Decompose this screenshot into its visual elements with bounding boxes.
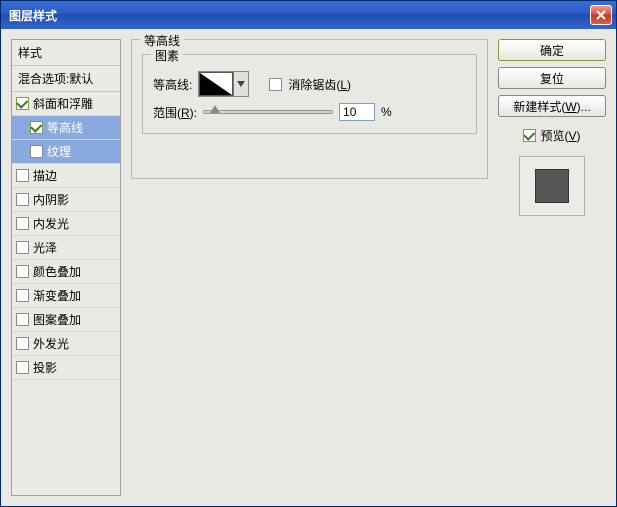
anti-alias-label: 消除锯齿(L)	[288, 76, 351, 93]
style-row-0[interactable]: 斜面和浮雕	[12, 92, 120, 116]
layer-style-dialog: 图层样式 样式 混合选项:默认 斜面和浮雕等高线纹理描边内阴影内发光光泽颜色叠加…	[0, 0, 617, 507]
slider-thumb-icon[interactable]	[210, 105, 220, 113]
style-label: 渐变叠加	[33, 287, 81, 304]
ok-button[interactable]: 确定	[498, 39, 606, 61]
contour-group: 等高线 图素 等高线: 消除锯齿(L)	[131, 39, 488, 179]
style-checkbox[interactable]	[16, 193, 29, 206]
style-label: 纹理	[47, 143, 71, 160]
right-panel: 确定 复位 新建样式(W)... 预览(V)	[498, 39, 606, 496]
elements-group-title: 图素	[151, 47, 183, 64]
titlebar[interactable]: 图层样式	[1, 1, 616, 29]
style-label: 投影	[33, 359, 57, 376]
range-unit: %	[381, 105, 392, 119]
style-checkbox[interactable]	[16, 313, 29, 326]
contour-swatch-icon	[199, 72, 233, 96]
style-row-5[interactable]: 内发光	[12, 212, 120, 236]
style-checkbox[interactable]	[16, 169, 29, 182]
preview-label: 预览(V)	[540, 127, 580, 144]
style-label: 颜色叠加	[33, 263, 81, 280]
style-row-3[interactable]: 描边	[12, 164, 120, 188]
blend-options-row[interactable]: 混合选项:默认	[12, 66, 120, 92]
style-row-7[interactable]: 颜色叠加	[12, 260, 120, 284]
new-style-button[interactable]: 新建样式(W)...	[498, 95, 606, 117]
elements-group: 图素 等高线: 消除锯齿(L)	[142, 54, 477, 134]
style-label: 等高线	[47, 119, 83, 136]
styles-header: 样式	[12, 40, 120, 66]
style-checkbox[interactable]	[16, 217, 29, 230]
style-row-11[interactable]: 投影	[12, 356, 120, 380]
style-label: 外发光	[33, 335, 69, 352]
style-checkbox[interactable]	[30, 145, 43, 158]
chevron-down-icon[interactable]	[233, 72, 248, 96]
close-button[interactable]	[590, 5, 612, 25]
style-label: 描边	[33, 167, 57, 184]
style-checkbox[interactable]	[30, 121, 43, 134]
style-row-8[interactable]: 渐变叠加	[12, 284, 120, 308]
style-checkbox[interactable]	[16, 241, 29, 254]
range-slider[interactable]	[203, 110, 333, 114]
style-checkbox[interactable]	[16, 289, 29, 302]
style-checkbox[interactable]	[16, 265, 29, 278]
style-label: 光泽	[33, 239, 57, 256]
style-row-10[interactable]: 外发光	[12, 332, 120, 356]
preview-swatch-icon	[535, 169, 569, 203]
range-label: 范围(R):	[153, 104, 197, 121]
style-row-2[interactable]: 纹理	[12, 140, 120, 164]
style-label: 内发光	[33, 215, 69, 232]
preview-checkbox[interactable]	[523, 129, 536, 142]
contour-picker[interactable]	[198, 71, 249, 97]
style-label: 斜面和浮雕	[33, 95, 93, 112]
reset-button[interactable]: 复位	[498, 67, 606, 89]
style-checkbox[interactable]	[16, 97, 29, 110]
style-row-6[interactable]: 光泽	[12, 236, 120, 260]
contour-label: 等高线:	[153, 76, 192, 93]
style-checkbox[interactable]	[16, 361, 29, 374]
preview-toggle[interactable]: 预览(V)	[498, 127, 606, 144]
style-label: 图案叠加	[33, 311, 81, 328]
anti-alias-checkbox[interactable]	[269, 78, 282, 91]
close-icon	[596, 10, 606, 20]
style-label: 内阴影	[33, 191, 69, 208]
preview-box	[519, 156, 585, 216]
style-row-9[interactable]: 图案叠加	[12, 308, 120, 332]
center-panel: 等高线 图素 等高线: 消除锯齿(L)	[131, 39, 488, 496]
style-checkbox[interactable]	[16, 337, 29, 350]
range-input[interactable]	[339, 103, 375, 121]
style-row-1[interactable]: 等高线	[12, 116, 120, 140]
style-row-4[interactable]: 内阴影	[12, 188, 120, 212]
styles-panel: 样式 混合选项:默认 斜面和浮雕等高线纹理描边内阴影内发光光泽颜色叠加渐变叠加图…	[11, 39, 121, 496]
window-title: 图层样式	[9, 7, 57, 24]
